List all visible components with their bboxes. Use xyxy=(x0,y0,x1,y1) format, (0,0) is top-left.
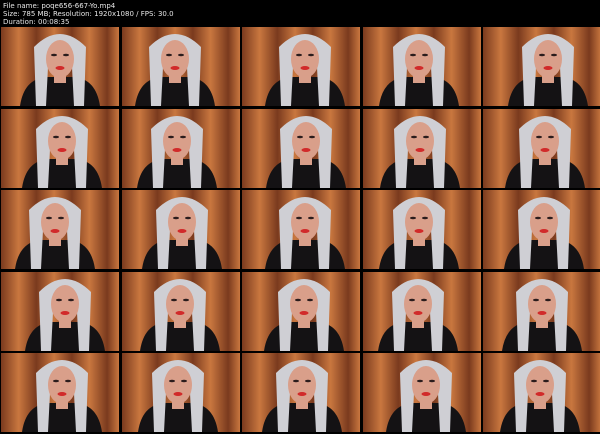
frame-image xyxy=(362,108,481,188)
file-size-text: Size: 785 MB; Resolution: 1920x1080 / FP… xyxy=(3,10,174,18)
duration-text: Duration: 00:08:35 xyxy=(3,18,70,26)
video-thumbnail xyxy=(242,353,360,432)
frame-image xyxy=(121,271,240,351)
video-thumbnail xyxy=(483,271,600,351)
frame-image xyxy=(483,271,600,351)
frame-image xyxy=(362,271,481,351)
video-thumbnail xyxy=(121,27,240,106)
frame-image xyxy=(242,190,360,269)
video-thumbnail xyxy=(483,27,600,106)
frame-image xyxy=(242,108,360,188)
file-name-text: File name: poqe656-667-Yo.mp4 xyxy=(3,2,116,10)
frame-image xyxy=(121,108,240,188)
frame-image xyxy=(121,27,240,106)
frame-image xyxy=(362,190,481,269)
frame-image xyxy=(1,27,119,106)
video-thumbnail xyxy=(483,108,600,188)
frame-image xyxy=(242,271,360,351)
video-thumbnail xyxy=(1,190,119,269)
frame-image xyxy=(121,190,240,269)
video-thumbnail xyxy=(1,353,119,432)
video-thumbnail xyxy=(362,271,481,351)
video-thumbnail xyxy=(242,190,360,269)
video-thumbnail xyxy=(242,27,360,106)
video-thumbnail xyxy=(1,27,119,106)
frame-image xyxy=(362,353,481,432)
video-thumbnail xyxy=(362,353,481,432)
video-thumbnail xyxy=(483,190,600,269)
video-thumbnail xyxy=(121,190,240,269)
video-thumbnail xyxy=(121,353,240,432)
frame-image xyxy=(483,27,600,106)
frame-image xyxy=(362,27,481,106)
video-thumbnail xyxy=(1,271,119,351)
video-thumbnail xyxy=(362,108,481,188)
frame-image xyxy=(1,108,119,188)
frame-image xyxy=(1,271,119,351)
frame-image xyxy=(483,190,600,269)
frame-image xyxy=(242,353,360,432)
frame-image xyxy=(483,353,600,432)
video-thumbnail xyxy=(242,108,360,188)
frame-image xyxy=(483,108,600,188)
frame-image xyxy=(1,190,119,269)
video-thumbnail xyxy=(362,190,481,269)
frame-image xyxy=(121,353,240,432)
file-info-header: File name: poqe656-667-Yo.mp4 Size: 785 … xyxy=(3,2,174,26)
thumbnail-grid xyxy=(0,27,600,432)
video-thumbnail xyxy=(1,108,119,188)
video-thumbnail xyxy=(483,353,600,432)
video-thumbnail xyxy=(121,108,240,188)
video-thumbnail xyxy=(242,271,360,351)
frame-image xyxy=(1,353,119,432)
video-thumbnail xyxy=(362,27,481,106)
video-thumbnail xyxy=(121,271,240,351)
frame-image xyxy=(242,27,360,106)
